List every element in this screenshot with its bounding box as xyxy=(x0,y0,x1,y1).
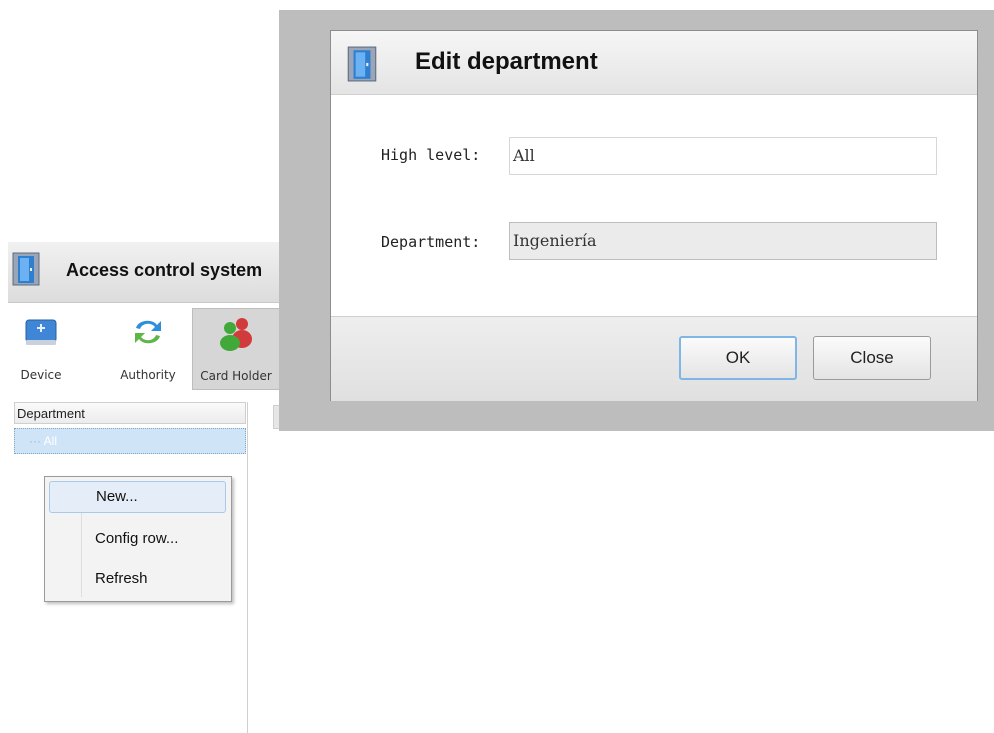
toolbar-label: Device xyxy=(20,368,62,382)
department-field[interactable]: Ingeniería xyxy=(509,222,937,260)
toolbar-label: Authority xyxy=(120,368,176,382)
menu-item-refresh[interactable]: Refresh xyxy=(49,563,226,595)
department-column-header[interactable]: Department xyxy=(14,402,246,424)
dialog-titlebar: Edit department xyxy=(331,31,977,95)
context-menu: New... Config row... Refresh xyxy=(44,476,232,602)
dialog-footer: OK Close xyxy=(331,316,977,401)
door-logo-icon xyxy=(347,46,377,82)
main-toolbar: Device Authority Card Holder xyxy=(8,304,308,390)
tree-item-label: All xyxy=(43,434,58,448)
edit-department-dialog: Edit department High level: All Departme… xyxy=(330,30,978,401)
tree-item-all[interactable]: ··· All xyxy=(14,428,246,454)
toolbar-label: Card Holder xyxy=(200,369,272,383)
door-logo-icon xyxy=(12,252,40,286)
high-level-field[interactable]: All xyxy=(509,137,937,175)
menu-item-config-row[interactable]: Config row... xyxy=(49,523,226,555)
department-label: Department: xyxy=(381,233,481,251)
menu-item-new[interactable]: New... xyxy=(49,481,226,513)
toolbar-device-button[interactable]: Device xyxy=(12,308,70,388)
ok-button[interactable]: OK xyxy=(679,336,797,380)
device-icon xyxy=(25,319,57,345)
tree-connector: ··· xyxy=(29,434,44,448)
app-title: Access control system xyxy=(66,260,263,280)
high-level-label: High level: xyxy=(381,146,481,164)
main-titlebar: Access control system xyxy=(8,242,308,303)
toolbar-card-holder-button[interactable]: Card Holder xyxy=(192,308,280,390)
toolbar-authority-button[interactable]: Authority xyxy=(116,308,180,388)
close-button[interactable]: Close xyxy=(813,336,931,380)
dialog-title: Edit department xyxy=(415,48,598,75)
card-holder-icon xyxy=(220,318,252,351)
authority-sync-icon xyxy=(135,320,161,344)
